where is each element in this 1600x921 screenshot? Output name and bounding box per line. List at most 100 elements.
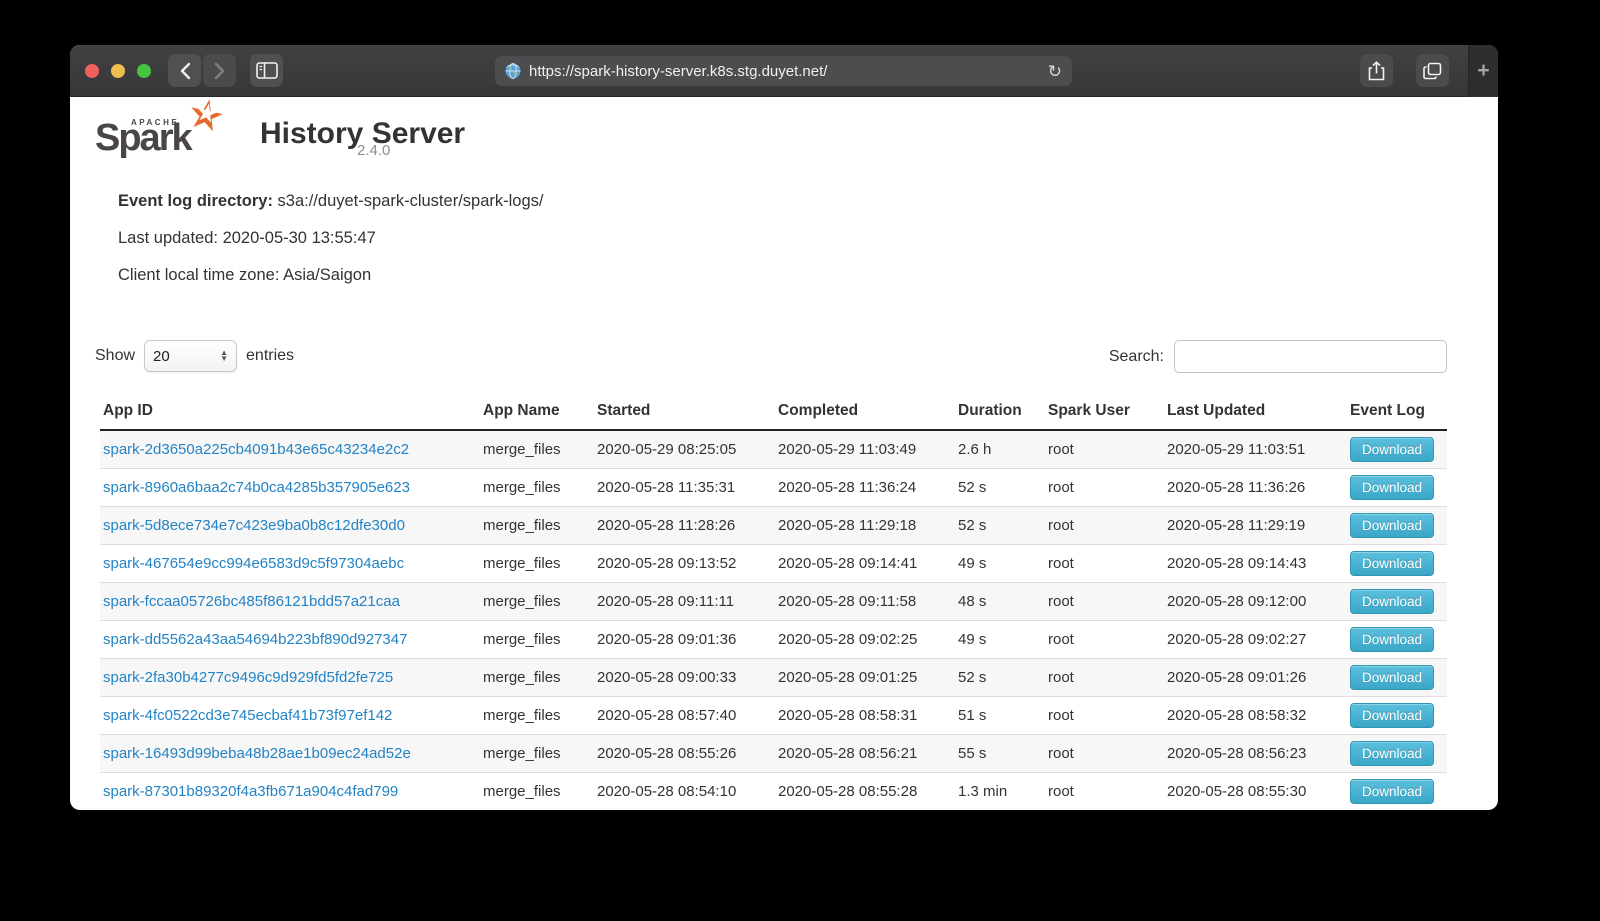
started-cell: 2020-05-28 11:28:26 [594,507,775,545]
search-label: Search: [1109,348,1164,366]
spark-star-icon: ★★ [183,91,235,143]
logo-spark-text: Spark [95,117,191,160]
search-input[interactable] [1174,340,1447,373]
reload-icon[interactable]: ↻ [1048,63,1062,80]
started-cell: 2020-05-28 09:00:33 [594,659,775,697]
spark-brand: APACHE Spark ★★ [95,103,220,165]
table-row: spark-87301b89320f4a3fb671a904c4fad799 m… [100,773,1447,811]
col-header-spark-user[interactable]: Spark User [1045,393,1164,430]
browser-toolbar: https://spark-history-server.k8s.stg.duy… [70,45,1498,97]
app-name-cell: merge_files [480,583,594,621]
minimize-window-button[interactable] [111,64,125,78]
app-name-cell: merge_files [480,621,594,659]
app-id-link[interactable]: spark-5d8ece734e7c423e9ba0b8c12dfe30d0 [103,517,405,534]
app-name-cell: merge_files [480,735,594,773]
col-header-app-name[interactable]: App Name [480,393,594,430]
last-updated-line: Last updated: 2020-05-30 13:55:47 [118,220,543,257]
back-chevron-icon [179,62,191,80]
app-name-cell: merge_files [480,545,594,583]
app-id-link[interactable]: spark-16493d99beba48b28ae1b09ec24ad52e [103,745,411,762]
duration-cell: 49 s [955,545,1045,583]
table-row: spark-4fc0522cd3e745ecbaf41b73f97ef142 m… [100,697,1447,735]
close-window-button[interactable] [85,64,99,78]
col-header-completed[interactable]: Completed [775,393,955,430]
download-button[interactable]: Download [1350,513,1434,538]
download-button[interactable]: Download [1350,589,1434,614]
started-cell: 2020-05-28 09:01:36 [594,621,775,659]
new-tab-button[interactable]: + [1468,45,1498,97]
table-row: spark-16493d99beba48b28ae1b09ec24ad52e m… [100,735,1447,773]
completed-cell: 2020-05-28 08:56:21 [775,735,955,773]
plus-icon: + [1477,59,1489,83]
page-size-value: 20 [153,348,220,365]
app-id-link[interactable]: spark-dd5562a43aa54694b223bf890d927347 [103,631,407,648]
completed-cell: 2020-05-28 09:11:58 [775,583,955,621]
last-updated-cell: 2020-05-28 11:36:26 [1164,469,1347,507]
table-row: spark-fccaa05726bc485f86121bdd57a21caa m… [100,583,1447,621]
completed-cell: 2020-05-28 09:01:25 [775,659,955,697]
table-row: spark-2d3650a225cb4091b43e65c43234e2c2 m… [100,430,1447,469]
app-id-link[interactable]: spark-8960a6baa2c74b0ca4285b357905e623 [103,479,410,496]
download-button[interactable]: Download [1350,741,1434,766]
app-name-cell: merge_files [480,773,594,811]
show-label: Show [95,347,135,365]
share-button[interactable] [1360,54,1393,87]
spark-user-cell: root [1045,507,1164,545]
col-header-duration[interactable]: Duration [955,393,1045,430]
duration-cell: 49 s [955,621,1045,659]
spark-user-cell: root [1045,621,1164,659]
page-size-select[interactable]: 20 ▲▼ [144,340,237,372]
table-row: spark-dd5562a43aa54694b223bf890d927347 m… [100,621,1447,659]
spark-user-cell: root [1045,583,1164,621]
completed-cell: 2020-05-28 08:58:31 [775,697,955,735]
download-button[interactable]: Download [1350,703,1434,728]
started-cell: 2020-05-28 09:11:11 [594,583,775,621]
sidebar-toggle-button[interactable] [250,54,283,87]
completed-cell: 2020-05-28 11:36:24 [775,469,955,507]
completed-cell: 2020-05-28 11:29:18 [775,507,955,545]
back-button[interactable] [168,54,201,87]
tab-overview-button[interactable] [1416,54,1449,87]
completed-cell: 2020-05-29 11:03:49 [775,430,955,469]
col-header-app-id[interactable]: App ID [100,393,480,430]
last-updated-cell: 2020-05-28 09:14:43 [1164,545,1347,583]
started-cell: 2020-05-28 11:35:31 [594,469,775,507]
download-button[interactable]: Download [1350,437,1434,462]
address-bar[interactable]: https://spark-history-server.k8s.stg.duy… [495,56,1072,86]
completed-cell: 2020-05-28 09:02:25 [775,621,955,659]
spark-user-cell: root [1045,735,1164,773]
app-id-link[interactable]: spark-2fa30b4277c9496c9d929fd5fd2fe725 [103,669,393,686]
table-row: spark-467654e9cc994e6583d9c5f97304aebc m… [100,545,1447,583]
download-button[interactable]: Download [1350,475,1434,500]
sidebar-icon [256,62,278,79]
globe-favicon-icon [505,63,521,79]
applications-table: App ID App Name Started Completed Durati… [100,393,1447,810]
table-row: spark-5d8ece734e7c423e9ba0b8c12dfe30d0 m… [100,507,1447,545]
download-button[interactable]: Download [1350,665,1434,690]
app-name-cell: merge_files [480,469,594,507]
download-button[interactable]: Download [1350,627,1434,652]
last-updated-cell: 2020-05-28 09:12:00 [1164,583,1347,621]
tabs-icon [1423,62,1442,80]
app-name-cell: merge_files [480,507,594,545]
forward-button[interactable] [203,54,236,87]
app-id-link[interactable]: spark-87301b89320f4a3fb671a904c4fad799 [103,783,398,800]
completed-cell: 2020-05-28 09:14:41 [775,545,955,583]
spark-user-cell: root [1045,773,1164,811]
app-id-link[interactable]: spark-467654e9cc994e6583d9c5f97304aebc [103,555,404,572]
download-button[interactable]: Download [1350,779,1434,804]
col-header-event-log[interactable]: Event Log [1347,393,1447,430]
app-name-cell: merge_files [480,697,594,735]
duration-cell: 51 s [955,697,1045,735]
app-id-link[interactable]: spark-fccaa05726bc485f86121bdd57a21caa [103,593,400,610]
app-id-link[interactable]: spark-2d3650a225cb4091b43e65c43234e2c2 [103,441,409,458]
last-updated-cell: 2020-05-28 11:29:19 [1164,507,1347,545]
zoom-window-button[interactable] [137,64,151,78]
last-updated-cell: 2020-05-28 09:01:26 [1164,659,1347,697]
col-header-started[interactable]: Started [594,393,775,430]
last-updated-cell: 2020-05-28 09:02:27 [1164,621,1347,659]
col-header-last-updated[interactable]: Last Updated [1164,393,1347,430]
app-id-link[interactable]: spark-4fc0522cd3e745ecbaf41b73f97ef142 [103,707,392,724]
duration-cell: 52 s [955,469,1045,507]
download-button[interactable]: Download [1350,551,1434,576]
